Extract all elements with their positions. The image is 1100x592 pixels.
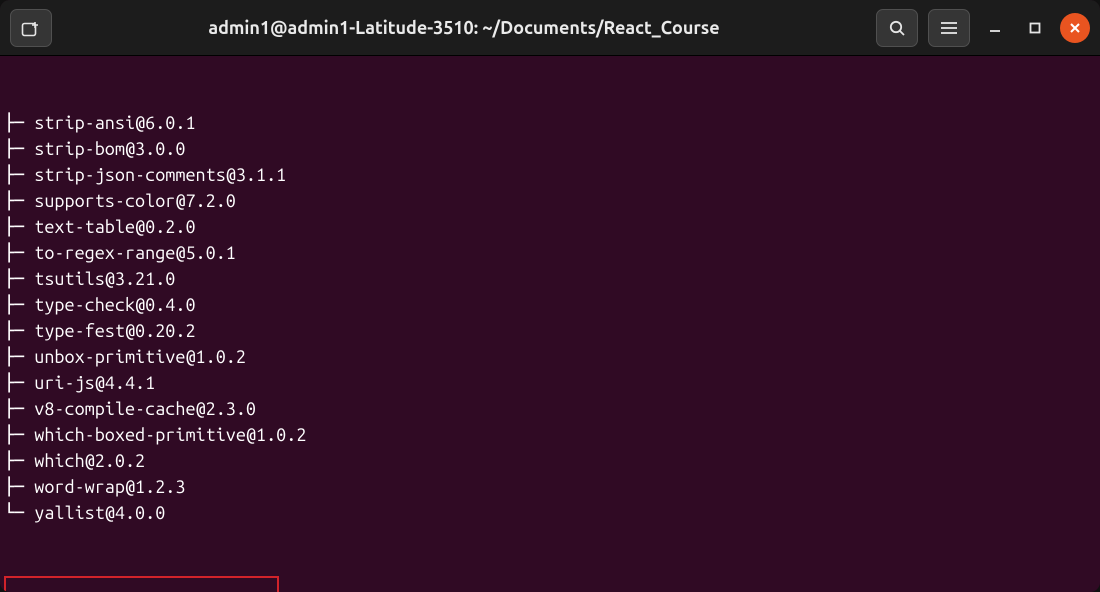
package-name: to-regex-range@5.0.1: [34, 243, 236, 263]
package-line: ├─ word-wrap@1.2.3: [4, 474, 1100, 500]
package-name: supports-color@7.2.0: [34, 191, 236, 211]
menu-button[interactable]: [928, 9, 970, 47]
package-line: ├─ strip-bom@3.0.0: [4, 136, 1100, 162]
package-line: └─ yallist@4.0.0: [4, 500, 1100, 526]
hamburger-icon: [940, 21, 958, 35]
tree-branch-icon: ├─: [4, 451, 34, 471]
tree-branch-icon: ├─: [4, 243, 34, 263]
package-name: unbox-primitive@1.0.2: [34, 347, 246, 367]
package-tree: ├─ strip-ansi@6.0.1├─ strip-bom@3.0.0├─ …: [4, 110, 1100, 526]
package-name: tsutils@3.21.0: [34, 269, 175, 289]
package-name: uri-js@4.4.1: [34, 373, 155, 393]
tree-branch-icon: ├─: [4, 347, 34, 367]
tree-branch-icon: └─: [4, 503, 34, 523]
package-line: ├─ which@2.0.2: [4, 448, 1100, 474]
highlight-annotation: [4, 576, 279, 592]
package-line: ├─ to-regex-range@5.0.1: [4, 240, 1100, 266]
tree-branch-icon: ├─: [4, 139, 34, 159]
package-line: ├─ strip-ansi@6.0.1: [4, 110, 1100, 136]
search-icon: [888, 19, 906, 37]
maximize-icon: [1028, 21, 1042, 35]
search-button[interactable]: [876, 9, 918, 47]
minimize-button[interactable]: [980, 13, 1010, 43]
close-icon: [1068, 21, 1082, 35]
package-name: strip-ansi@6.0.1: [34, 113, 195, 133]
minimize-icon: [988, 21, 1002, 35]
package-line: ├─ strip-json-comments@3.1.1: [4, 162, 1100, 188]
package-name: type-fest@0.20.2: [34, 321, 195, 341]
package-line: ├─ uri-js@4.4.1: [4, 370, 1100, 396]
tree-branch-icon: ├─: [4, 113, 34, 133]
new-tab-button[interactable]: [10, 9, 52, 47]
package-line: ├─ type-check@0.4.0: [4, 292, 1100, 318]
package-name: type-check@0.4.0: [34, 295, 195, 315]
tree-branch-icon: ├─: [4, 321, 34, 341]
package-name: yallist@4.0.0: [34, 503, 165, 523]
window-title: admin1@admin1-Latitude-3510: ~/Documents…: [62, 18, 866, 38]
package-line: ├─ text-table@0.2.0: [4, 214, 1100, 240]
package-line: ├─ type-fest@0.20.2: [4, 318, 1100, 344]
package-name: which-boxed-primitive@1.0.2: [34, 425, 306, 445]
package-line: ├─ v8-compile-cache@2.3.0: [4, 396, 1100, 422]
package-name: text-table@0.2.0: [34, 217, 195, 237]
tree-branch-icon: ├─: [4, 269, 34, 289]
done-line-wrap: Done in 33.31s.: [4, 578, 1100, 592]
maximize-button[interactable]: [1020, 13, 1050, 43]
package-name: strip-json-comments@3.1.1: [34, 165, 286, 185]
new-tab-icon: [21, 19, 41, 37]
package-line: ├─ tsutils@3.21.0: [4, 266, 1100, 292]
tree-branch-icon: ├─: [4, 425, 34, 445]
package-name: word-wrap@1.2.3: [34, 477, 185, 497]
close-button[interactable]: [1060, 13, 1090, 43]
tree-branch-icon: ├─: [4, 165, 34, 185]
terminal-body[interactable]: ├─ strip-ansi@6.0.1├─ strip-bom@3.0.0├─ …: [0, 56, 1100, 592]
terminal-window: admin1@admin1-Latitude-3510: ~/Documents…: [0, 0, 1100, 592]
package-name: v8-compile-cache@2.3.0: [34, 399, 256, 419]
tree-branch-icon: ├─: [4, 399, 34, 419]
titlebar: admin1@admin1-Latitude-3510: ~/Documents…: [0, 0, 1100, 56]
tree-branch-icon: ├─: [4, 295, 34, 315]
package-line: ├─ supports-color@7.2.0: [4, 188, 1100, 214]
tree-branch-icon: ├─: [4, 217, 34, 237]
tree-branch-icon: ├─: [4, 477, 34, 497]
package-name: which@2.0.2: [34, 451, 145, 471]
package-line: ├─ unbox-primitive@1.0.2: [4, 344, 1100, 370]
package-name: strip-bom@3.0.0: [34, 139, 185, 159]
tree-branch-icon: ├─: [4, 191, 34, 211]
package-line: ├─ which-boxed-primitive@1.0.2: [4, 422, 1100, 448]
titlebar-right-controls: [876, 9, 1090, 47]
tree-branch-icon: ├─: [4, 373, 34, 393]
